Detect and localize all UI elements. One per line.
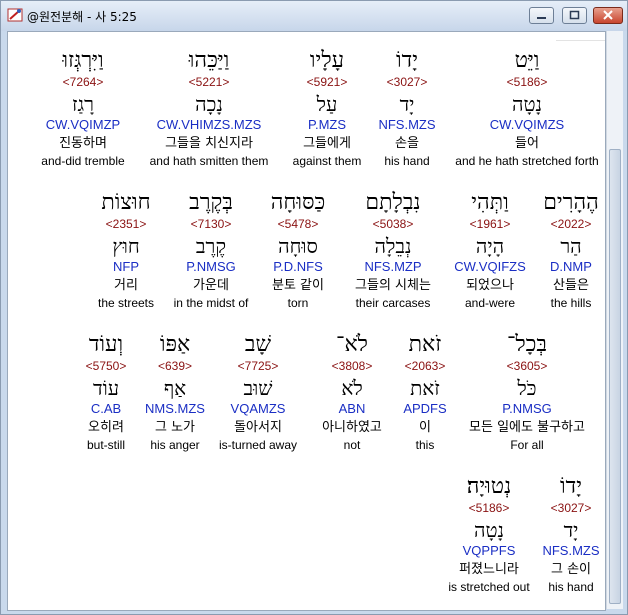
scrollbar-thumb[interactable] (609, 149, 621, 604)
strong-number: <5186> (506, 75, 548, 89)
minimize-button[interactable] (529, 7, 554, 24)
korean-gloss: 산들은 (553, 278, 589, 293)
strong-number: <3605> (506, 359, 548, 373)
morph-code: CW.VQIMZS (489, 117, 565, 132)
word-block[interactable]: הֶהָרִים <2022> הַר D.NMP 산들은 the hills (516, 189, 605, 310)
title-bar[interactable]: @원전분해 - 사 5:25 (1, 1, 627, 31)
strong-number: <3027> (550, 501, 592, 515)
close-button[interactable] (593, 7, 623, 24)
korean-gloss: 들어 (515, 136, 539, 151)
lexical-form: רָגַז (71, 92, 94, 116)
hebrew-word: הֶהָרִים (543, 190, 599, 215)
hebrew-word: בְּכָל־ (506, 332, 548, 357)
hebrew-word: וַיֵּט (514, 48, 540, 73)
word-block[interactable]: יָדוֹ <3027> יָד NFS.MZS 그 손이 his hand (516, 473, 605, 594)
app-window: @원전분해 - 사 5:25 וַיִּרְגְּזוּ <7264> רָגַ… (0, 0, 628, 615)
english-gloss: For all (510, 438, 544, 452)
morph-code: P.NMSG (502, 401, 552, 416)
strong-number: <7264> (62, 75, 104, 89)
minimize-icon (537, 17, 546, 19)
window-title: @원전분해 - 사 5:25 (27, 10, 137, 24)
english-gloss: and-did tremble (41, 154, 125, 168)
word-block[interactable]: בְּכָל־ <3605> כֹּל P.NMSG 모든 일에도 불구하고 F… (447, 331, 605, 452)
strong-number: <2022> (550, 217, 592, 231)
english-gloss: the hills (550, 296, 592, 310)
app-icon (7, 8, 23, 22)
hebrew-word: וַיִּרְגְּזוּ (62, 48, 104, 73)
morph-code: D.NMP (550, 259, 592, 274)
lexical-form: כֹּל (517, 376, 537, 400)
english-gloss: his hand (548, 580, 594, 594)
lexical-form: הַר (560, 234, 582, 258)
lexical-form: יָד (563, 518, 579, 542)
korean-gloss: 모든 일에도 불구하고 (469, 420, 585, 435)
korean-gloss: 진동하며 (59, 136, 107, 151)
morph-code: NFS.MZS (542, 543, 600, 558)
morph-code: CW.VQIMZP (45, 117, 121, 132)
maximize-button[interactable] (562, 7, 587, 24)
lexical-form: נָטָה (511, 92, 543, 116)
vertical-scrollbar[interactable] (606, 31, 623, 609)
header-strip (556, 32, 605, 41)
korean-gloss: 그 손이 (550, 562, 591, 577)
maximize-icon (569, 10, 580, 20)
word-analysis-panel: וַיִּרְגְּזוּ <7264> רָגַז CW.VQIMZP 진동하… (7, 31, 606, 611)
hebrew-word: יָדוֹ (560, 474, 582, 499)
english-gloss: and he hath stretched forth (455, 154, 599, 168)
word-block[interactable]: וַיִּרְגְּזוּ <7264> רָגַז CW.VQIMZP 진동하… (13, 47, 153, 168)
word-block[interactable]: וַיֵּט <5186> נָטָה CW.VQIMZS 들어 and he … (447, 47, 605, 168)
close-icon (603, 10, 613, 20)
